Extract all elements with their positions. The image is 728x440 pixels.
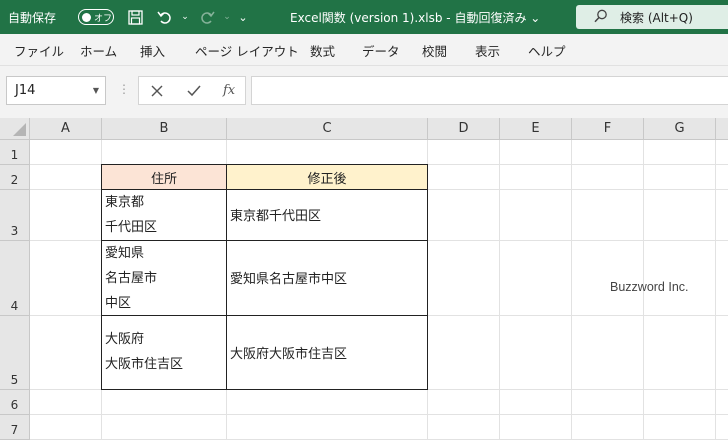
formula-bar: J14 ▼ ⋮ fx bbox=[0, 66, 728, 118]
row-header-3[interactable]: 3 bbox=[0, 190, 30, 241]
tab-data[interactable]: データ bbox=[362, 34, 400, 66]
autosave-toggle[interactable]: オフ bbox=[78, 9, 114, 25]
cell-b5-line-2: 大阪市住吉区 bbox=[105, 357, 184, 372]
tab-review[interactable]: 校閲 bbox=[422, 34, 447, 66]
tab-page-layout[interactable]: ページ レイアウト bbox=[195, 34, 299, 66]
tab-home[interactable]: ホーム bbox=[80, 34, 117, 66]
search-icon bbox=[594, 9, 608, 26]
undo-icon[interactable] bbox=[154, 0, 176, 34]
cell-c2[interactable]: 修正後 bbox=[226, 164, 428, 190]
gridline bbox=[499, 140, 500, 440]
gridline bbox=[715, 140, 716, 440]
tab-insert[interactable]: 挿入 bbox=[140, 34, 165, 66]
tab-formulas[interactable]: 数式 bbox=[310, 34, 335, 66]
column-header-c[interactable]: C bbox=[227, 118, 428, 140]
cell-c3[interactable]: 東京都千代田区 bbox=[226, 189, 428, 241]
formula-bar-grip-icon[interactable]: ⋮ bbox=[118, 82, 130, 96]
row-header-2[interactable]: 2 bbox=[0, 165, 30, 190]
column-header-d[interactable]: D bbox=[428, 118, 500, 140]
name-box-value: J14 bbox=[15, 83, 36, 98]
cell-b2[interactable]: 住所 bbox=[101, 164, 227, 190]
formula-buttons: fx bbox=[138, 76, 246, 105]
autosave-label: 自動保存 bbox=[8, 10, 57, 25]
column-header-b[interactable]: B bbox=[102, 118, 227, 140]
row-header-1[interactable]: 1 bbox=[0, 140, 30, 165]
formula-input[interactable] bbox=[251, 76, 728, 105]
cell-b3-line-2: 千代田区 bbox=[105, 220, 158, 235]
row-header-6[interactable]: 6 bbox=[0, 390, 30, 415]
column-header-e[interactable]: E bbox=[500, 118, 572, 140]
name-box-dropdown-icon[interactable]: ▼ bbox=[93, 86, 99, 95]
search-label: 検索 (Alt+Q) bbox=[620, 10, 693, 25]
cell-b3[interactable]: 東京都 千代田区 bbox=[101, 189, 227, 241]
select-all-triangle-icon bbox=[13, 123, 26, 136]
file-title: Excel関数 (version 1).xlsb - 自動回復済み ⌄ bbox=[290, 10, 541, 25]
cell-b4-line-2: 名古屋市 bbox=[105, 271, 158, 286]
enter-check-icon[interactable] bbox=[187, 77, 201, 104]
column-header-g[interactable]: G bbox=[644, 118, 716, 140]
tab-file[interactable]: ファイル bbox=[14, 34, 64, 66]
autosave-state: オフ bbox=[94, 13, 113, 24]
cell-b5-line-1: 大阪府 bbox=[105, 332, 145, 347]
tab-view[interactable]: 表示 bbox=[475, 34, 500, 66]
search-box[interactable]: 検索 (Alt+Q) bbox=[576, 5, 728, 29]
ribbon-tabs: ファイル ホーム 挿入 ページ レイアウト 数式 データ 校閲 表示 ヘルプ bbox=[0, 34, 728, 66]
select-all-button[interactable] bbox=[0, 118, 30, 140]
row-header-4[interactable]: 4 bbox=[0, 241, 30, 316]
undo-dropdown-icon[interactable]: ⌄ bbox=[174, 0, 196, 34]
toggle-knob-icon bbox=[82, 12, 91, 22]
worksheet-grid[interactable]: A B C D E F G 1 2 3 4 5 6 7 住所 修正後 東京都 千… bbox=[0, 118, 728, 440]
customize-quick-access-icon[interactable]: ⌄ bbox=[232, 0, 254, 34]
gridline bbox=[30, 414, 728, 415]
watermark: Buzzword Inc. bbox=[610, 280, 689, 294]
tab-help[interactable]: ヘルプ bbox=[528, 34, 566, 66]
cell-b4-line-3: 中区 bbox=[105, 296, 132, 311]
title-bar: 自動保存 オフ ⌄ ⌄ ⌄ Excel関数 (version 1).xlsb -… bbox=[0, 0, 728, 34]
cell-b4[interactable]: 愛知県 名古屋市 中区 bbox=[101, 240, 227, 316]
redo-icon[interactable] bbox=[196, 0, 218, 34]
gridline bbox=[571, 140, 572, 440]
cell-c4[interactable]: 愛知県名古屋市中区 bbox=[226, 240, 428, 316]
cell-c3-value: 東京都千代田区 bbox=[230, 209, 322, 224]
cell-b5[interactable]: 大阪府 大阪市住吉区 bbox=[101, 315, 227, 390]
cell-c4-value: 愛知県名古屋市中区 bbox=[230, 272, 348, 287]
cancel-icon[interactable] bbox=[151, 77, 163, 104]
cell-b4-line-1: 愛知県 bbox=[105, 246, 145, 261]
row-header-7[interactable]: 7 bbox=[0, 415, 30, 440]
insert-function-icon[interactable]: fx bbox=[223, 77, 235, 104]
row-header-5[interactable]: 5 bbox=[0, 316, 30, 390]
column-header-a[interactable]: A bbox=[30, 118, 102, 140]
cell-c5-value: 大阪府大阪市住吉区 bbox=[230, 347, 348, 362]
name-box[interactable]: J14 ▼ bbox=[6, 76, 106, 105]
cell-c5[interactable]: 大阪府大阪市住吉区 bbox=[226, 315, 428, 390]
cell-b3-line-1: 東京都 bbox=[105, 195, 145, 210]
save-icon[interactable] bbox=[124, 0, 146, 34]
column-header-next[interactable] bbox=[716, 118, 728, 140]
column-header-f[interactable]: F bbox=[572, 118, 644, 140]
